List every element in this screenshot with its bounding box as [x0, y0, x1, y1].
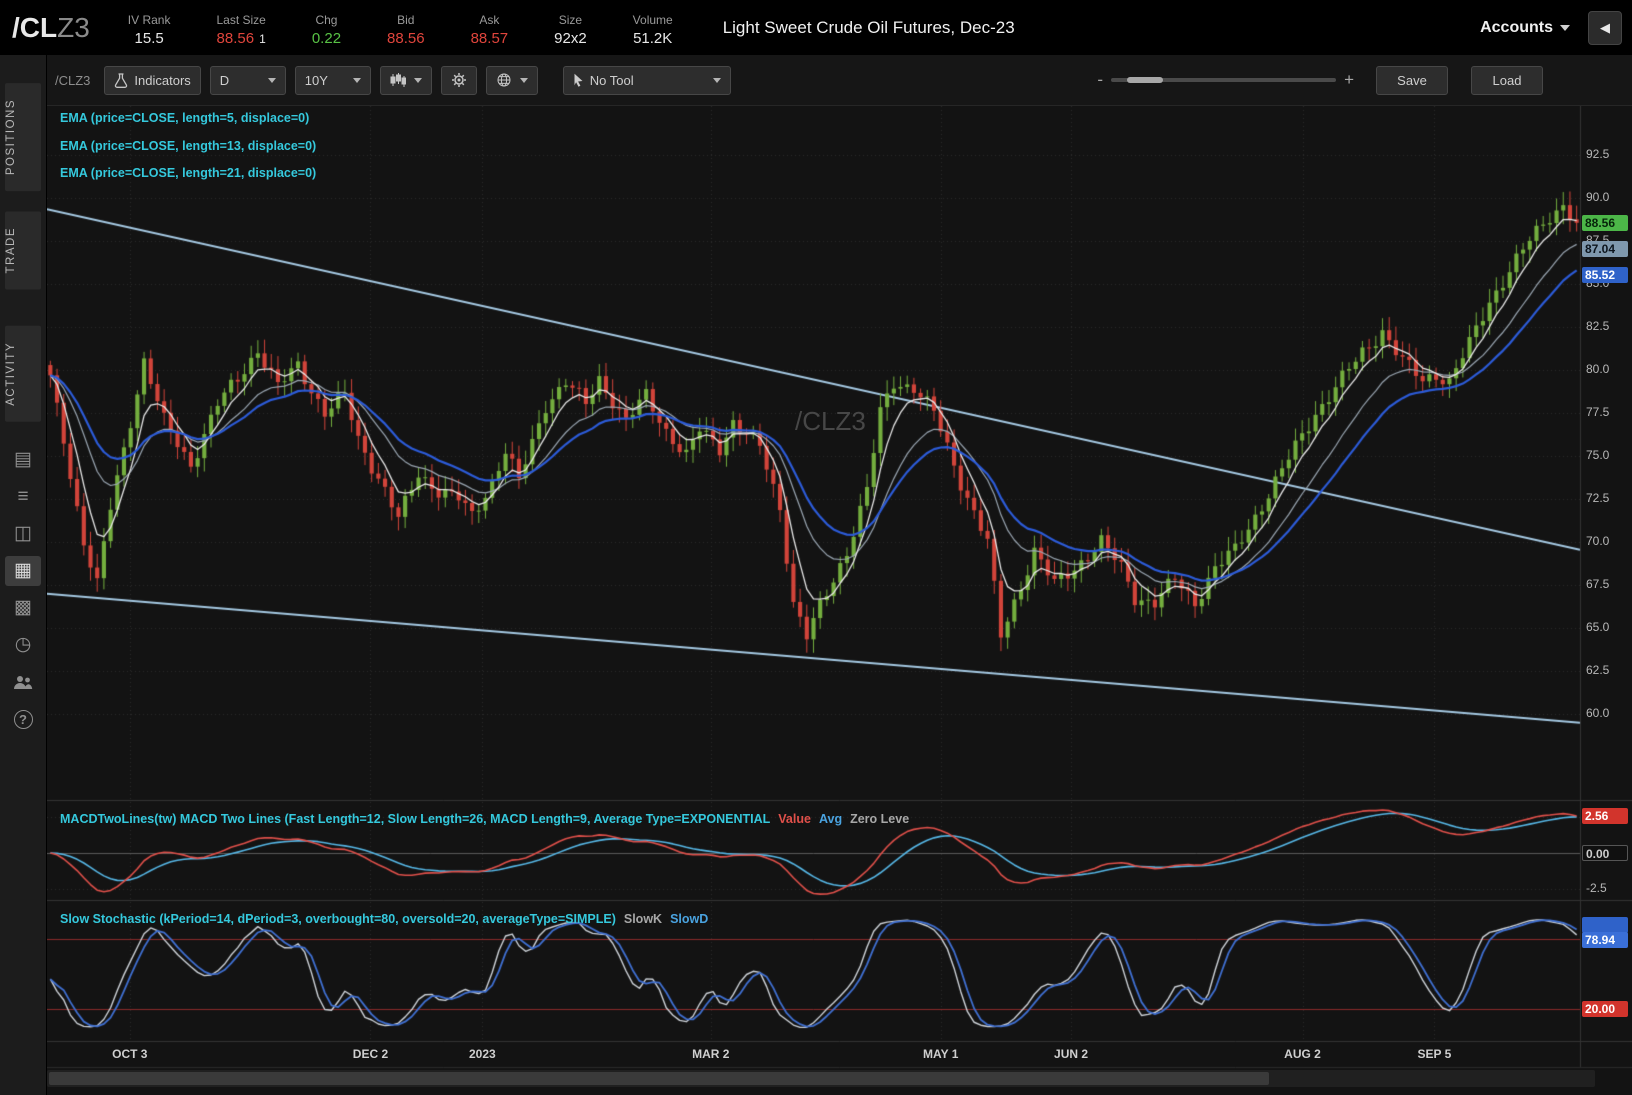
timeframe-dropdown[interactable]: D — [209, 65, 286, 95]
quote-stat-value: 88.56 1 — [216, 30, 266, 47]
chevron-down-icon — [1560, 24, 1570, 31]
candlestick-icon — [390, 73, 406, 87]
accounts-menu[interactable]: Accounts — [1480, 19, 1570, 37]
chevron-down-icon — [267, 77, 276, 83]
range-dropdown[interactable]: 10Y — [294, 65, 371, 95]
sidebar-icons: ▤ ≡ ◫ ▦ ▩ ◷? — [5, 445, 41, 741]
report-icon[interactable]: ▤ — [5, 445, 41, 475]
trading-app: /CLZ3 IV Rank 15.5 Last Size 88.56 1 Chg 0.22 B… — [0, 0, 1632, 1095]
quote-stat-value: 88.56 — [387, 30, 425, 47]
clock-icon[interactable]: ◷ — [5, 630, 41, 660]
quote-stat-label: Ask — [479, 13, 500, 27]
sidebar: POSITIONS TRADE ACTIVITY ▤ ≡ ◫ ▦ ▩ ◷? — [0, 55, 47, 1095]
symbol-suffix: Z3 — [57, 11, 90, 43]
quote-stat-label: IV Rank — [127, 13, 171, 27]
quote-stats: IV Rank 15.5 Last Size 88.56 1 Chg 0.22 Bid 88.5… — [128, 8, 719, 47]
quote-stat: Size 92x2 — [554, 8, 587, 47]
chart-toolbar: /CLZ3 Indicators D 10Y No Tool - + Save … — [47, 55, 1632, 105]
chart-settings-button[interactable] — [440, 65, 477, 95]
sidebar-tab-positions[interactable]: POSITIONS — [5, 83, 41, 192]
list-icon[interactable]: ≡ — [5, 482, 41, 512]
indicators-label: Indicators — [134, 72, 191, 88]
chevron-down-icon — [519, 77, 528, 83]
quote-stat: IV Rank 15.5 — [128, 8, 171, 47]
save-button[interactable]: Save — [1376, 65, 1448, 95]
flask-icon — [114, 72, 128, 88]
sidebar-tab-activity[interactable]: ACTIVITY — [5, 325, 41, 422]
globe-grid-icon — [496, 72, 512, 88]
monitor-icon[interactable]: ◫ — [5, 519, 41, 549]
indicators-button[interactable]: Indicators — [104, 65, 201, 95]
help-icon[interactable]: ? — [5, 704, 41, 734]
chevron-down-icon — [352, 77, 361, 83]
price-chart-canvas[interactable] — [47, 106, 1632, 1095]
quote-stat-label: Size — [558, 13, 583, 27]
zoom-out-button[interactable]: - — [1089, 70, 1111, 90]
quote-stat: Bid 88.56 — [387, 8, 425, 47]
load-label: Load — [1492, 72, 1522, 88]
quote-stat-value: 15.5 — [134, 30, 164, 47]
chart-area: /CLZ3 EMA (price=CLOSE, length=5, displa… — [47, 105, 1632, 1095]
time-scrollbar[interactable] — [47, 1070, 1595, 1087]
symbol-root: /CL — [12, 11, 58, 43]
chart-panel: /CLZ3 Indicators D 10Y No Tool - + Save … — [47, 55, 1632, 1095]
quote-stat-value: 0.22 — [311, 30, 342, 47]
chevron-down-icon — [413, 77, 422, 83]
cursor-icon — [573, 73, 584, 87]
gear-icon — [451, 72, 467, 88]
range-value: 10Y — [304, 72, 328, 88]
tiles-icon[interactable]: ▩ — [5, 593, 41, 623]
quote-stat-label: Last Size — [216, 13, 266, 27]
sidebar-tab-trade[interactable]: TRADE — [5, 211, 41, 290]
chevron-down-icon — [712, 77, 721, 83]
save-label: Save — [1397, 72, 1427, 88]
tool-value: No Tool — [589, 72, 634, 88]
quote-header: /CLZ3 IV Rank 15.5 Last Size 88.56 1 Chg 0.22 B… — [0, 0, 1632, 55]
collapse-panel-button[interactable]: ◀ — [1588, 10, 1622, 45]
quote-stat: Chg 0.22 — [312, 8, 341, 47]
chevron-left-icon: ◀ — [1600, 19, 1610, 35]
quote-stat-value: 51.2K — [633, 30, 673, 47]
time-scrollbar-thumb[interactable] — [49, 1072, 1269, 1085]
quote-stat-value: 88.57 — [470, 30, 509, 47]
quote-stat: Volume 51.2K — [633, 8, 673, 47]
quote-stat-extra: 1 — [259, 32, 266, 46]
zoom-slider[interactable] — [1111, 77, 1337, 83]
quote-stat-label: Chg — [315, 13, 338, 27]
view-mode-dropdown[interactable] — [485, 65, 538, 95]
chart-icon[interactable]: ▦ — [5, 556, 41, 587]
quote-stat-label: Bid — [397, 13, 415, 27]
symbol-title: /CLZ3 — [12, 12, 90, 44]
zoom-in-button[interactable]: + — [1336, 70, 1362, 90]
quote-stat-value: 92x2 — [554, 30, 587, 47]
load-button[interactable]: Load — [1471, 65, 1543, 95]
instrument-description: Light Sweet Crude Oil Futures, Dec-23 — [722, 17, 1015, 37]
chart-symbol-input[interactable]: /CLZ3 — [55, 73, 90, 88]
timeframe-value: D — [219, 72, 230, 88]
quote-stat-label: Volume — [632, 13, 673, 27]
drawing-tool-dropdown[interactable]: No Tool — [562, 65, 731, 95]
quote-stat: Ask 88.57 — [471, 8, 509, 47]
people-icon[interactable] — [5, 667, 41, 697]
quote-stat: Last Size 88.56 1 — [216, 8, 265, 47]
chart-style-dropdown[interactable] — [379, 65, 432, 95]
accounts-label: Accounts — [1480, 18, 1553, 36]
zoom-slider-thumb[interactable] — [1127, 77, 1164, 83]
